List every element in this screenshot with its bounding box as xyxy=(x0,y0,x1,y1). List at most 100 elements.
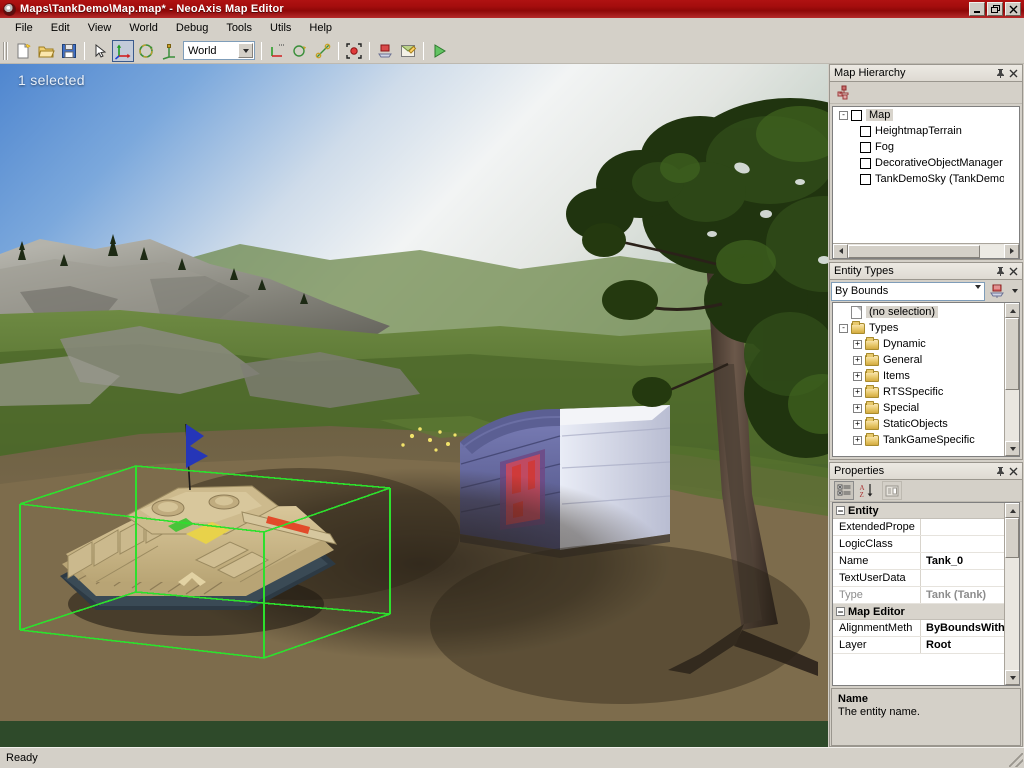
3d-viewport[interactable]: 1 selected xyxy=(0,64,828,747)
open-map-icon[interactable] xyxy=(35,40,57,62)
close-icon[interactable] xyxy=(1007,265,1020,278)
rotate-tool-icon[interactable] xyxy=(135,40,157,62)
hierarchy-row-tankdemosky[interactable]: TankDemoSky (TankDemoSk xyxy=(833,171,1004,187)
entity-types-vscrollbar[interactable] xyxy=(1004,303,1019,456)
play-map-icon[interactable] xyxy=(428,40,450,62)
expander-icon[interactable]: + xyxy=(853,356,862,365)
visibility-checkbox[interactable] xyxy=(851,110,862,121)
property-value[interactable] xyxy=(921,519,1004,535)
menu-debug[interactable]: Debug xyxy=(167,20,217,36)
entity-tree-row-rtsspecific[interactable]: + RTSSpecific xyxy=(833,384,1004,400)
scroll-up-button[interactable] xyxy=(1005,503,1020,518)
hierarchy-icon[interactable] xyxy=(834,83,854,102)
visibility-checkbox[interactable] xyxy=(860,142,871,153)
property-category-entity[interactable]: – Entity xyxy=(833,503,1004,519)
entity-tree-row-types[interactable]: - Types xyxy=(833,320,1004,336)
entity-tree-row-staticobjects[interactable]: + StaticObjects xyxy=(833,416,1004,432)
property-value[interactable]: ByBoundsWithF xyxy=(921,620,1004,636)
expander-icon[interactable]: + xyxy=(853,420,862,429)
hierarchy-hscrollbar[interactable] xyxy=(833,243,1019,258)
menu-world[interactable]: World xyxy=(120,20,167,36)
entity-tree-row-items[interactable]: + Items xyxy=(833,368,1004,384)
snap-translate-icon[interactable] xyxy=(266,40,288,62)
visibility-checkbox[interactable] xyxy=(860,174,871,185)
entity-tree-row-special[interactable]: + Special xyxy=(833,400,1004,416)
menu-utils[interactable]: Utils xyxy=(261,20,300,36)
expander-icon[interactable]: + xyxy=(853,388,862,397)
hierarchy-row-map[interactable]: - Map xyxy=(833,107,1004,123)
expander-icon[interactable]: - xyxy=(839,324,848,333)
hscroll-thumb[interactable] xyxy=(848,245,980,258)
chevron-down-icon[interactable] xyxy=(975,289,981,301)
scroll-down-button[interactable] xyxy=(1005,670,1020,685)
vscroll-track[interactable] xyxy=(1005,558,1019,670)
property-row-layer[interactable]: Layer Root xyxy=(833,637,1004,654)
expander-icon[interactable]: + xyxy=(853,404,862,413)
hierarchy-row-fog[interactable]: Fog xyxy=(833,139,1004,155)
entity-filter-select[interactable]: By Bounds xyxy=(831,282,985,301)
minimize-button[interactable] xyxy=(969,2,985,16)
property-value[interactable] xyxy=(921,570,1004,586)
hierarchy-row-decorativeobjectmanager[interactable]: DecorativeObjectManager xyxy=(833,155,1004,171)
create-entity-icon[interactable] xyxy=(987,282,1007,301)
scroll-right-button[interactable] xyxy=(1004,244,1019,259)
property-row-textuserdata[interactable]: TextUserData xyxy=(833,570,1004,587)
visibility-checkbox[interactable] xyxy=(860,158,871,169)
scale-tool-icon[interactable] xyxy=(158,40,180,62)
vscroll-thumb[interactable] xyxy=(1005,518,1019,558)
menu-file[interactable]: File xyxy=(6,20,42,36)
toolbar-grip[interactable] xyxy=(3,42,8,60)
resize-grip[interactable] xyxy=(1009,753,1023,767)
entity-tree-row-no-selection[interactable]: (no selection) xyxy=(833,304,1004,320)
vscroll-track[interactable] xyxy=(1005,390,1019,441)
move-tool-icon[interactable] xyxy=(112,40,134,62)
scroll-up-button[interactable] xyxy=(1005,303,1020,318)
expander-icon[interactable]: + xyxy=(853,372,862,381)
property-row-logicclass[interactable]: LogicClass xyxy=(833,536,1004,553)
pin-icon[interactable] xyxy=(994,67,1007,80)
focus-selection-icon[interactable] xyxy=(343,40,365,62)
chevron-down-icon[interactable] xyxy=(238,43,253,58)
property-grid[interactable]: – Entity ExtendedPrope LogicClass xyxy=(832,502,1020,686)
entity-tree-row-dynamic[interactable]: + Dynamic xyxy=(833,336,1004,352)
menu-tools[interactable]: Tools xyxy=(217,20,261,36)
property-row-extendedproperties[interactable]: ExtendedPrope xyxy=(833,519,1004,536)
scroll-left-button[interactable] xyxy=(833,244,848,259)
close-button[interactable] xyxy=(1005,2,1021,16)
visibility-checkbox[interactable] xyxy=(860,126,871,137)
expander-icon[interactable]: – xyxy=(836,506,845,515)
property-row-name[interactable]: Name Tank_0 xyxy=(833,553,1004,570)
alphabetical-sort-icon[interactable]: A Z xyxy=(856,481,876,500)
entity-tree-row-tankgamespecific[interactable]: + TankGameSpecific xyxy=(833,432,1004,448)
restore-button[interactable] xyxy=(987,2,1003,16)
property-pages-icon[interactable] xyxy=(882,481,902,500)
place-entity-icon[interactable] xyxy=(374,40,396,62)
hscroll-track[interactable] xyxy=(980,245,1004,258)
map-settings-icon[interactable] xyxy=(397,40,419,62)
menu-help[interactable]: Help xyxy=(300,20,341,36)
expander-icon[interactable]: + xyxy=(853,436,862,445)
close-icon[interactable] xyxy=(1007,67,1020,80)
entity-tree-row-general[interactable]: + General xyxy=(833,352,1004,368)
menu-edit[interactable]: Edit xyxy=(42,20,79,36)
new-map-icon[interactable] xyxy=(12,40,34,62)
expander-icon[interactable]: – xyxy=(836,607,845,616)
menu-view[interactable]: View xyxy=(79,20,121,36)
hierarchy-row-heightmapterrain[interactable]: HeightmapTerrain xyxy=(833,123,1004,139)
save-map-icon[interactable] xyxy=(58,40,80,62)
map-hierarchy-tree[interactable]: - Map HeightmapTerrain Fog xyxy=(832,106,1020,259)
coordinate-system-select[interactable]: World xyxy=(183,41,255,60)
vscroll-thumb[interactable] xyxy=(1005,318,1019,390)
close-icon[interactable] xyxy=(1007,465,1020,478)
scroll-down-button[interactable] xyxy=(1005,441,1020,456)
property-value[interactable]: Root xyxy=(921,637,1004,653)
expander-icon[interactable]: + xyxy=(853,340,862,349)
categorized-view-icon[interactable] xyxy=(834,481,854,500)
expander-icon[interactable]: - xyxy=(839,111,848,120)
property-value[interactable]: Tank_0 xyxy=(921,553,1004,569)
select-tool-icon[interactable] xyxy=(89,40,111,62)
snap-scale-icon[interactable] xyxy=(312,40,334,62)
pin-icon[interactable] xyxy=(994,265,1007,278)
property-value[interactable] xyxy=(921,536,1004,552)
snap-rotate-icon[interactable] xyxy=(289,40,311,62)
